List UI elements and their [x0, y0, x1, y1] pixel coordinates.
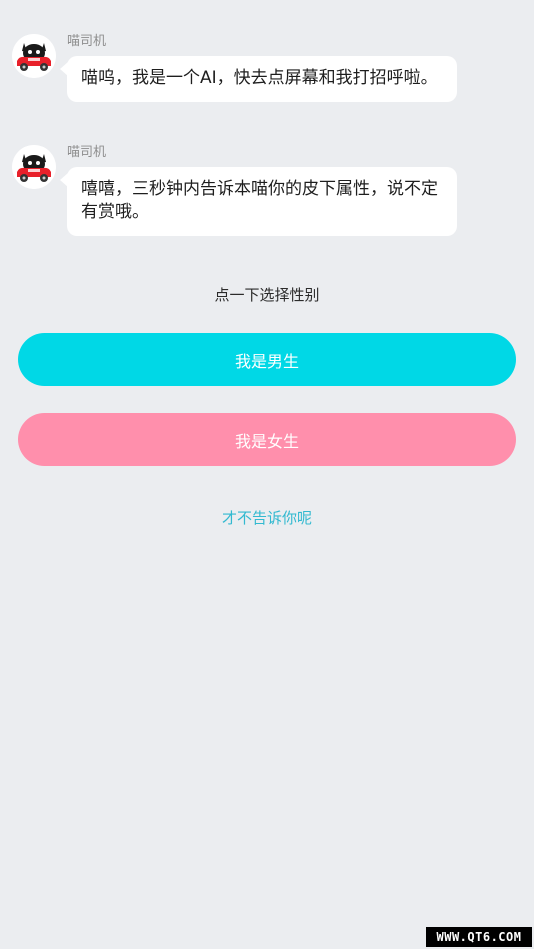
message-bubble: 嘻嘻，三秒钟内告诉本喵你的皮下属性，说不定有赏哦。	[60, 167, 457, 236]
watermark: WWW.QT6.COM	[426, 927, 532, 947]
female-button[interactable]: 我是女生	[18, 413, 516, 466]
skip-link[interactable]: 才不告诉你呢	[0, 507, 534, 529]
male-button[interactable]: 我是男生	[18, 333, 516, 386]
message-bubble: 喵呜，我是一个AI，快去点屏幕和我打招呼啦。	[60, 56, 457, 102]
avatar[interactable]	[12, 34, 56, 78]
gender-prompt: 点一下选择性别	[214, 286, 320, 304]
sender-name: 喵司机	[67, 34, 107, 49]
cat-driving-red-car-icon	[12, 145, 56, 189]
cat-driving-red-car-icon	[12, 34, 56, 78]
sender-name: 喵司机	[67, 145, 107, 160]
avatar[interactable]	[12, 145, 56, 189]
